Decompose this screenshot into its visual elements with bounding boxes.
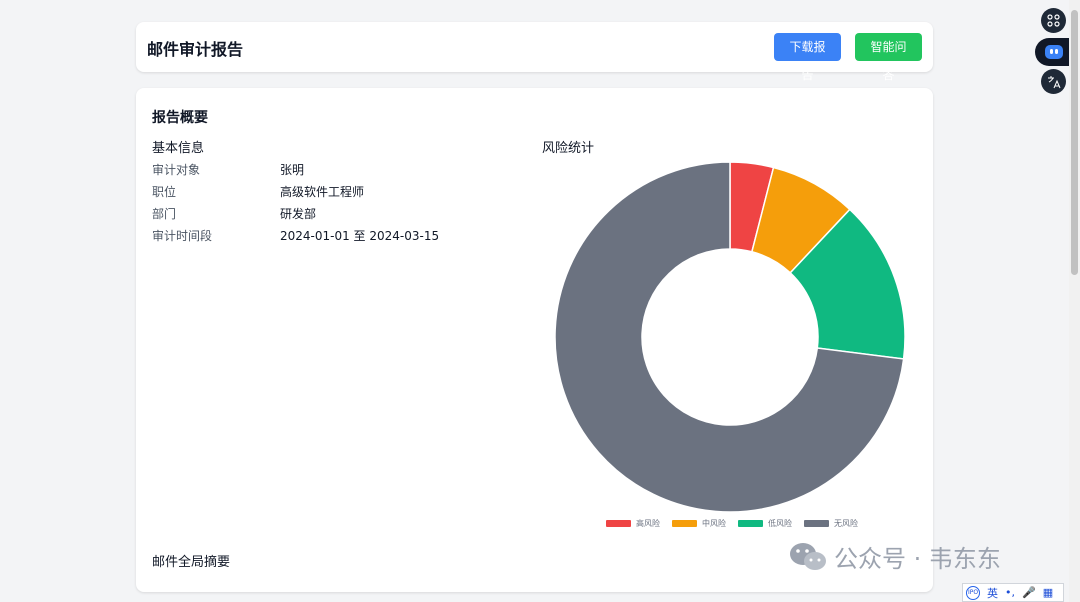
watermark-text: 公众号 · 韦东东 [834,545,1001,573]
legend-label: 高风险 [636,518,660,528]
punctuation-icon[interactable]: •, [1005,586,1015,599]
report-overview-card: 报告概要 基本信息 审计对象 张明 职位 高级软件工程师 部门 研发部 审计时间… [136,88,933,592]
grid-icon[interactable]: ▦ [1043,586,1053,599]
info-key: 部门 [152,207,177,221]
risk-donut-chart [554,161,906,513]
bot-face [1045,45,1063,59]
legend-swatch [606,519,631,527]
legend-item-high[interactable]: 高风险 [606,518,660,529]
overview-title: 报告概要 [152,110,208,126]
apps-icon[interactable] [1041,8,1066,33]
info-value: 研发部 [280,207,317,221]
info-key: 审计时间段 [152,229,213,243]
scrollbar-thumb[interactable] [1071,10,1078,275]
apps-glyph [1047,14,1060,27]
legend-item-low[interactable]: 低风险 [738,518,792,529]
email-summary-title: 邮件全局摘要 [152,555,231,570]
legend-label: 中风险 [702,518,726,528]
ime-toolbar: IPO 英 •, 🎤 ▦ [962,583,1064,602]
legend-item-medium[interactable]: 中风险 [672,518,726,529]
chart-legend: 高风险 中风险 低风险 无风险 [606,516,858,530]
microphone-icon[interactable]: 🎤 [1022,586,1036,599]
basic-info-title: 基本信息 [152,141,205,156]
page-title: 邮件审计报告 [147,40,244,59]
watermark: 公众号 · 韦东东 [788,539,1001,574]
header-card: 邮件审计报告 下载报告 智能问答 [136,22,933,82]
legend-swatch [804,519,829,527]
info-key: 审计对象 [152,163,201,177]
ime-language[interactable]: 英 [987,585,998,601]
legend-swatch [672,519,697,527]
ime-badge[interactable]: IPO [966,585,980,600]
info-value: 2024-01-01 至 2024-03-15 [280,229,440,243]
legend-swatch [738,519,763,527]
info-value: 高级软件工程师 [280,185,365,199]
legend-label: 低风险 [768,518,792,528]
legend-label: 无风险 [834,518,858,528]
info-key: 职位 [152,185,177,199]
smart-qa-button[interactable]: 智能问答 [855,33,922,82]
info-value: 张明 [280,163,305,177]
legend-item-none[interactable]: 无风险 [804,518,858,529]
download-report-button[interactable]: 下载报告 [774,33,841,82]
translate-icon[interactable] [1041,69,1066,94]
wechat-icon [790,542,826,570]
translate-glyph [1047,75,1060,88]
bot-icon[interactable] [1035,38,1073,66]
risk-stats-title: 风险统计 [542,141,595,156]
